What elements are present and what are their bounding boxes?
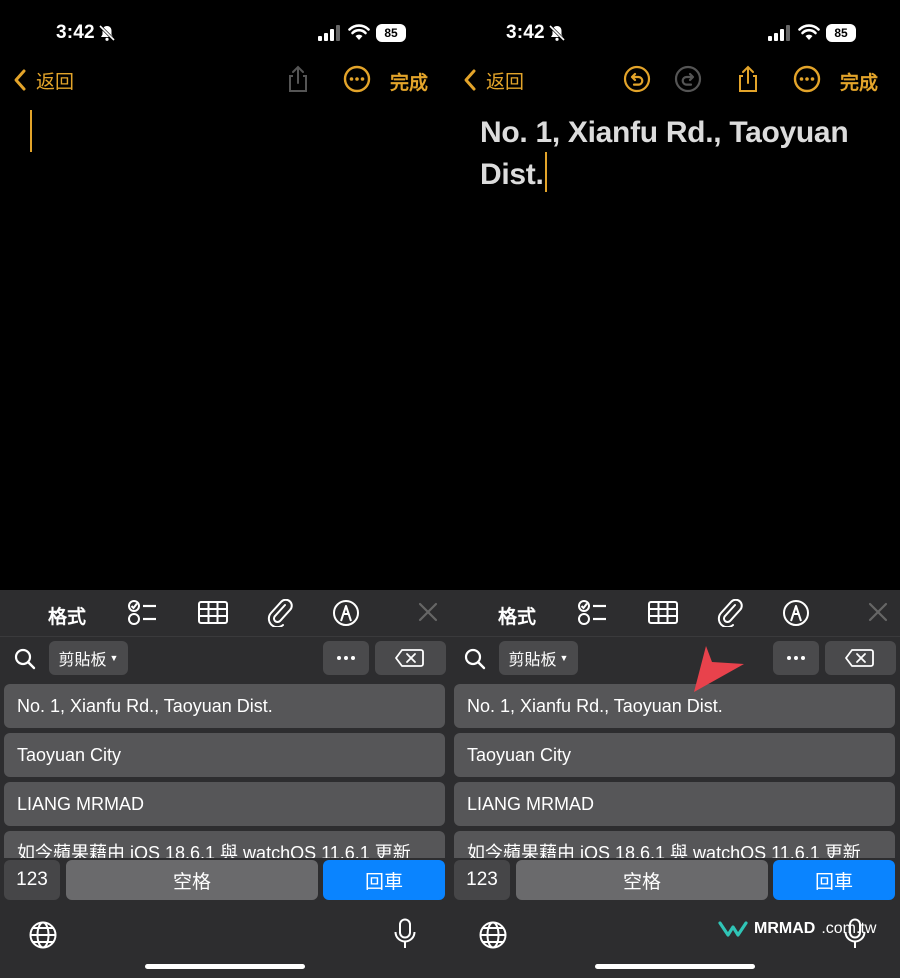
back-button[interactable]: 返回: [462, 66, 524, 94]
note-body[interactable]: No. 1, Xianfu Rd., Taoyuan Dist.: [480, 112, 880, 196]
globe-icon[interactable]: [478, 920, 508, 950]
clipboard-label: 剪貼板: [508, 652, 557, 669]
text-cursor: [545, 152, 547, 192]
clipboard-bar: 剪貼板 ▼: [0, 636, 450, 682]
undo-icon[interactable]: [622, 64, 652, 94]
paperclip-icon[interactable]: [266, 599, 296, 627]
status-bar: 3:42 85: [0, 0, 450, 60]
watermark-tld: .com.tw: [821, 920, 877, 937]
back-label: 返回: [486, 71, 525, 93]
backspace-icon: [395, 649, 424, 667]
share-icon[interactable]: [283, 64, 313, 94]
clipboard-item[interactable]: Taoyuan City: [4, 733, 445, 777]
wifi-icon: [348, 24, 370, 40]
clipboard-item[interactable]: Taoyuan City: [454, 733, 895, 777]
caret-down-icon: ▼: [109, 653, 119, 663]
checklist-icon[interactable]: [128, 599, 158, 627]
backspace-icon: [845, 649, 874, 667]
cellular-signal-icon: [318, 25, 340, 41]
space-key[interactable]: 空格: [516, 860, 768, 900]
format-button[interactable]: 格式: [48, 602, 86, 629]
back-label: 返回: [36, 71, 75, 93]
return-key[interactable]: 回車: [773, 860, 895, 900]
clipboard-label: 剪貼板: [58, 652, 107, 669]
phone-after: 3:42 85 返回 完成 No. 1, Xianfu Rd., Taoyuan…: [450, 0, 900, 978]
redo-icon[interactable]: [673, 64, 703, 94]
paperclip-icon[interactable]: [716, 599, 746, 627]
numbers-key[interactable]: 123: [454, 860, 510, 900]
table-icon[interactable]: [198, 599, 228, 627]
more-button[interactable]: [323, 641, 369, 675]
close-icon[interactable]: [413, 599, 443, 627]
battery-indicator: 85: [376, 24, 406, 42]
navigation-bar: 返回 完成: [450, 60, 900, 100]
keyboard-bottom-bar: [0, 902, 450, 978]
silent-bell-icon: [548, 24, 566, 42]
phone-before: 3:42 85 返回 完成 格式 剪貼板 ▼ No. 1, Xianfu Rd.…: [0, 0, 450, 978]
caret-down-icon: ▼: [559, 653, 569, 663]
chevron-left-icon: [464, 69, 476, 91]
keyboard: 格式 剪貼板 ▼ No. 1, Xianfu Rd., Taoyuan Dist.…: [0, 590, 450, 978]
home-indicator[interactable]: [145, 964, 305, 969]
status-time: 3:42: [56, 22, 95, 43]
watermark-brand: MRMAD: [754, 920, 816, 937]
format-toolbar: 格式: [450, 590, 900, 637]
globe-icon[interactable]: [28, 920, 58, 950]
clipboard-item[interactable]: No. 1, Xianfu Rd., Taoyuan Dist.: [454, 684, 895, 728]
delete-button[interactable]: [375, 641, 446, 675]
clipboard-dropdown[interactable]: 剪貼板 ▼: [499, 641, 578, 675]
done-button[interactable]: 完成: [390, 68, 428, 95]
chevron-left-icon: [14, 69, 26, 91]
key-row: 123 空格 回車: [450, 858, 900, 902]
key-row: 123 空格 回車: [0, 858, 450, 902]
share-icon[interactable]: [733, 64, 763, 94]
clipboard-item[interactable]: LIANG MRMAD: [4, 782, 445, 826]
status-time: 3:42: [506, 22, 545, 43]
numbers-key[interactable]: 123: [4, 860, 60, 900]
silent-bell-icon: [98, 24, 116, 42]
ellipsis-icon: [787, 656, 805, 660]
search-icon[interactable]: [14, 648, 36, 670]
text-cursor: [30, 110, 32, 152]
cellular-signal-icon: [768, 25, 790, 41]
clipboard-dropdown[interactable]: 剪貼板 ▼: [49, 641, 128, 675]
ellipsis-icon: [337, 656, 355, 660]
more-options-icon[interactable]: [342, 64, 372, 94]
done-button[interactable]: 完成: [840, 68, 878, 95]
more-options-icon[interactable]: [792, 64, 822, 94]
clipboard-item[interactable]: No. 1, Xianfu Rd., Taoyuan Dist.: [4, 684, 445, 728]
clipboard-item[interactable]: LIANG MRMAD: [454, 782, 895, 826]
markup-pen-icon[interactable]: [331, 599, 361, 627]
back-button[interactable]: 返回: [12, 66, 74, 94]
search-icon[interactable]: [464, 648, 486, 670]
wifi-icon: [798, 24, 820, 40]
format-button[interactable]: 格式: [498, 602, 536, 629]
screenshot-comparison: 3:42 85 返回 完成 格式 剪貼板 ▼ No. 1, Xianfu Rd.…: [0, 0, 900, 978]
microphone-icon[interactable]: [392, 918, 418, 950]
table-icon[interactable]: [648, 599, 678, 627]
pointer-arrow-icon: [694, 646, 744, 692]
home-indicator[interactable]: [595, 964, 755, 969]
format-toolbar: 格式: [0, 590, 450, 637]
return-key[interactable]: 回車: [323, 860, 445, 900]
mrmad-logo-icon: [718, 921, 748, 937]
close-icon[interactable]: [863, 599, 893, 627]
clipboard-bar: 剪貼板 ▼: [450, 636, 900, 682]
navigation-bar: 返回 完成: [0, 60, 450, 100]
delete-button[interactable]: [825, 641, 896, 675]
battery-indicator: 85: [826, 24, 856, 42]
watermark: MRMAD .com.tw: [718, 916, 876, 942]
markup-pen-icon[interactable]: [781, 599, 811, 627]
status-bar: 3:42 85: [450, 0, 900, 60]
more-button[interactable]: [773, 641, 819, 675]
space-key[interactable]: 空格: [66, 860, 318, 900]
checklist-icon[interactable]: [578, 599, 608, 627]
